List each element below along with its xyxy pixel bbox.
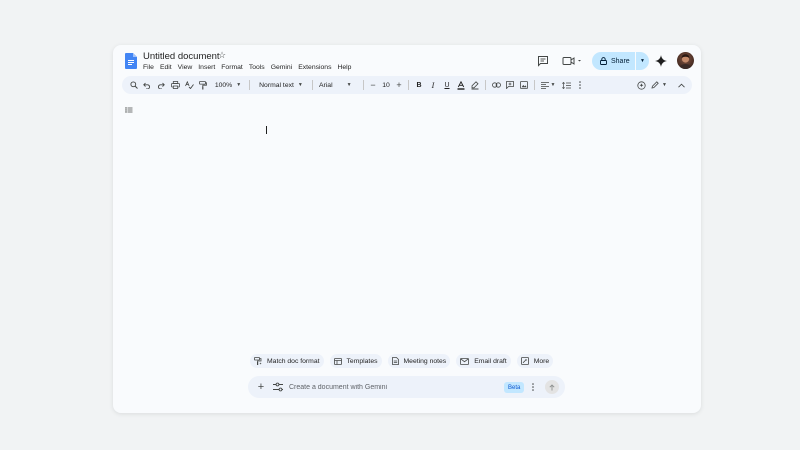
text-cursor[interactable] xyxy=(266,126,267,134)
italic-icon[interactable]: I xyxy=(426,78,440,92)
collapse-menus-icon[interactable] xyxy=(670,78,692,92)
chip-label: Email draft xyxy=(474,357,507,365)
editing-mode-dropdown-icon: ▼ xyxy=(662,82,667,88)
underline-icon[interactable]: U xyxy=(440,78,454,92)
more-options-icon[interactable] xyxy=(574,78,586,92)
document-outline-icon[interactable] xyxy=(124,105,134,115)
undo-icon[interactable] xyxy=(140,78,154,92)
menubar: File Edit View Insert Format Tools Gemin… xyxy=(143,63,354,72)
zoom-value: 100% xyxy=(214,81,233,89)
search-menus-icon[interactable] xyxy=(128,78,140,92)
suggestion-chips: Match doc format Templates Meeting notes… xyxy=(250,354,554,368)
spellcheck-icon[interactable] xyxy=(182,78,196,92)
toolbar-divider xyxy=(534,80,535,90)
bold-icon[interactable]: B xyxy=(412,78,426,92)
font-value: Arial xyxy=(319,81,333,89)
menu-file[interactable]: File xyxy=(143,63,157,72)
chip-match-doc-format[interactable]: Match doc format xyxy=(250,354,324,368)
line-spacing-icon[interactable] xyxy=(558,78,574,92)
paragraph-style-select[interactable]: Normal text ▼ xyxy=(253,78,309,92)
add-comment-icon[interactable] xyxy=(503,78,517,92)
print-icon[interactable] xyxy=(168,78,182,92)
tune-settings-icon[interactable] xyxy=(272,381,284,393)
chip-email-draft[interactable]: Email draft xyxy=(456,354,511,368)
editing-mode-select[interactable]: ▼ xyxy=(648,78,670,92)
font-dropdown-icon: ▼ xyxy=(346,82,352,88)
formatting-toolbar: 100% ▼ Normal text ▼ Arial ▼ − 10 + B I … xyxy=(122,76,692,94)
align-dropdown-icon: ▼ xyxy=(550,82,556,88)
toolbar-divider xyxy=(363,80,364,90)
menu-format[interactable]: Format xyxy=(218,63,246,72)
share-dropdown-icon[interactable]: ▼ xyxy=(636,58,649,64)
gemini-help-icon[interactable] xyxy=(634,78,648,92)
text-color-icon[interactable] xyxy=(454,78,468,92)
chip-label: More xyxy=(533,357,550,365)
redo-icon[interactable] xyxy=(154,78,168,92)
insert-link-icon[interactable] xyxy=(489,78,503,92)
menu-extensions[interactable]: Extensions xyxy=(295,63,334,72)
pencil-icon xyxy=(651,81,659,89)
chip-label: Match doc format xyxy=(267,357,320,365)
lock-icon xyxy=(600,57,607,65)
align-select[interactable]: ▼ xyxy=(538,78,558,92)
arrow-up-icon xyxy=(549,383,555,390)
prompt-more-icon[interactable] xyxy=(529,381,537,393)
zoom-dropdown-icon: ▼ xyxy=(236,82,242,88)
chip-templates[interactable]: Templates xyxy=(329,354,382,368)
chip-label: Meeting notes xyxy=(403,357,447,365)
gemini-sparkle-icon[interactable] xyxy=(655,55,667,67)
share-button[interactable]: Share ▼ xyxy=(592,52,649,70)
style-dropdown-icon: ▼ xyxy=(297,82,303,88)
toolbar-divider xyxy=(249,80,250,90)
add-icon[interactable]: + xyxy=(254,380,268,394)
increase-font-size-icon[interactable]: + xyxy=(393,78,405,92)
toolbar-divider xyxy=(408,80,409,90)
docs-logo-icon[interactable] xyxy=(125,53,137,69)
menu-view[interactable]: View xyxy=(175,63,196,72)
highlight-color-icon[interactable] xyxy=(468,78,482,92)
document-title[interactable]: Untitled document xyxy=(143,51,220,62)
meet-icon[interactable] xyxy=(562,55,582,67)
send-button[interactable] xyxy=(545,380,559,394)
templates-icon xyxy=(333,357,342,365)
chip-more[interactable]: More xyxy=(516,354,554,368)
paragraph-style-value: Normal text xyxy=(259,81,294,89)
insert-image-icon[interactable] xyxy=(517,78,531,92)
comment-history-icon[interactable] xyxy=(537,55,549,67)
menu-help[interactable]: Help xyxy=(334,63,354,72)
font-size-field[interactable]: 10 xyxy=(379,78,393,92)
match-format-icon xyxy=(254,357,262,365)
chip-label: Templates xyxy=(346,357,378,365)
menu-insert[interactable]: Insert xyxy=(195,63,218,72)
zoom-select[interactable]: 100% ▼ xyxy=(210,78,246,92)
gemini-prompt-bar: + Beta xyxy=(248,376,565,398)
font-select[interactable]: Arial ▼ xyxy=(316,78,360,92)
menu-tools[interactable]: Tools xyxy=(246,63,268,72)
docs-window: Untitled document ☆ File Edit View Inser… xyxy=(113,45,701,413)
paint-format-icon[interactable] xyxy=(196,78,210,92)
meeting-notes-icon xyxy=(391,357,399,365)
more-icon xyxy=(520,357,529,365)
toolbar-divider xyxy=(485,80,486,90)
beta-badge: Beta xyxy=(504,382,525,393)
share-main[interactable]: Share xyxy=(592,52,636,70)
share-label: Share xyxy=(611,57,630,65)
toolbar-divider xyxy=(312,80,313,90)
align-left-icon xyxy=(540,81,549,89)
chip-meeting-notes[interactable]: Meeting notes xyxy=(387,354,451,368)
menu-edit[interactable]: Edit xyxy=(157,63,175,72)
decrease-font-size-icon[interactable]: − xyxy=(367,78,379,92)
star-icon[interactable]: ☆ xyxy=(218,50,226,61)
menu-gemini[interactable]: Gemini xyxy=(268,63,296,72)
gemini-prompt-input[interactable] xyxy=(289,380,489,394)
avatar-photo-icon xyxy=(679,54,692,69)
avatar[interactable] xyxy=(677,52,694,69)
email-icon xyxy=(460,357,470,365)
font-size-value: 10 xyxy=(382,81,390,89)
